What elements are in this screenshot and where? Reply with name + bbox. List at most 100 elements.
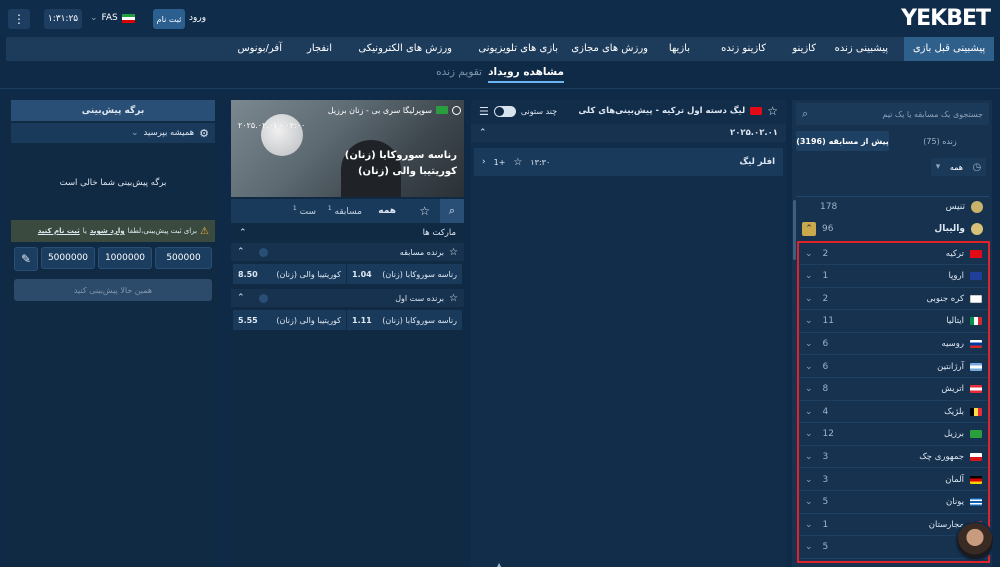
at-flag-icon xyxy=(970,385,982,394)
chevron-down-icon: ⌄ xyxy=(90,13,98,23)
chevron-down-icon: ⌄ xyxy=(131,128,139,138)
chevron-down-icon: ⌄ xyxy=(805,519,813,530)
nav-casino[interactable]: کازینو xyxy=(792,37,816,61)
odd-home-button[interactable]: 1.11 رناسه سوروکابا (زنان) xyxy=(347,310,462,330)
notice-login-link[interactable]: وارد شوید xyxy=(90,227,125,235)
nav-virtual-sports[interactable]: ورزش های مجازی xyxy=(571,37,648,61)
volleyball-icon xyxy=(971,223,983,235)
notice-signup-link[interactable]: ثبت نام کنید xyxy=(38,227,80,235)
place-bet-button[interactable]: همین حالا پیش‌بینی کنید xyxy=(14,279,212,301)
ar-flag-icon xyxy=(970,362,982,371)
stake-preset-1[interactable]: 500000 xyxy=(155,247,212,269)
event-row[interactable]: › 1+ ☆ ۱۳:۳۰ افلر لیگ xyxy=(474,148,783,176)
chevron-up-icon: ⌃ xyxy=(237,293,245,303)
support-avatar[interactable] xyxy=(955,521,995,561)
pencil-icon: ✎ xyxy=(20,252,32,266)
market-search-button[interactable]: ⌕ xyxy=(440,199,464,223)
odd-home-button[interactable]: 1.04 رناسه سوروکابا (زنان) xyxy=(347,264,462,284)
country-row[interactable]: ⌄ 2 کره جنوبی xyxy=(799,288,988,311)
sidebar-scrollbar[interactable] xyxy=(793,200,796,260)
tab-match[interactable]: 1 مسابقه xyxy=(328,205,362,217)
signup-button[interactable]: ثبت نام xyxy=(153,9,185,29)
country-row[interactable]: ⌄ 11 ایتالیا xyxy=(799,311,988,333)
country-row[interactable]: ⌄ 12 برزیل xyxy=(799,424,988,446)
nav-esports[interactable]: ورزش های الکترونیکی xyxy=(358,37,452,61)
chevron-up-icon: ⌃ xyxy=(239,228,247,238)
markets-header[interactable]: ⌃ مارکت ها xyxy=(231,225,464,241)
nav-games[interactable]: بازیها xyxy=(669,37,690,61)
country-row[interactable]: ⌄ 3 جمهوری چک xyxy=(799,446,988,469)
chevron-right-icon: › xyxy=(482,157,486,167)
login-link[interactable]: ورود xyxy=(189,13,206,23)
more-vertical-icon: ⋮ xyxy=(13,12,25,26)
search-input[interactable]: جستجوی یک مسابقه یا یک تیم ⌕ xyxy=(796,103,989,125)
stake-preset-2[interactable]: 1000000 xyxy=(98,247,152,269)
country-row[interactable]: ⌄ 2 ترکیه xyxy=(799,243,988,265)
country-row[interactable]: ⌄ 6 روسیه xyxy=(799,333,988,356)
date-row[interactable]: ⌃ ۲۰۲۵.۰۲.۰۱ xyxy=(471,124,786,142)
nav-offers-bonus[interactable]: آفر/بونوس xyxy=(237,37,282,61)
gr-flag-icon xyxy=(970,498,982,507)
star-icon[interactable]: ☆ xyxy=(449,293,458,304)
tab-all[interactable]: همه xyxy=(378,206,396,216)
chevron-down-icon: ▾ xyxy=(935,162,941,172)
sport-row-tennis[interactable]: 178 تنیس xyxy=(796,196,989,216)
sport-row-volleyball[interactable]: ⌃ 96 والیبال xyxy=(796,219,989,239)
info-icon[interactable] xyxy=(258,247,268,257)
menu-kebab-button[interactable]: ⋮ xyxy=(8,9,30,29)
tab-prematch-count[interactable]: پیش از مسابقه (3196) xyxy=(796,131,889,151)
login-notice: ثبت نام کنید یا وارد شوید برای ثبت پیش‌ب… xyxy=(11,220,215,242)
country-row[interactable]: ⌄ 3 آلمان xyxy=(799,469,988,491)
odd-away-button[interactable]: 5.55 کوریتیبا والی (زنان) xyxy=(233,310,346,330)
star-icon[interactable]: ☆ xyxy=(767,104,778,118)
nav-prematch[interactable]: پیشبینی قبل بازی xyxy=(904,37,994,61)
star-icon[interactable]: ☆ xyxy=(513,157,522,168)
br-flag-icon xyxy=(970,430,982,439)
yekbet-logo[interactable]: YEKBET xyxy=(901,6,991,31)
volleyball-icon xyxy=(452,105,461,115)
stake-preset-3[interactable]: 5000000 xyxy=(41,247,95,269)
be-flag-icon xyxy=(970,407,982,416)
market-header[interactable]: ⌃ برنده ست اول ☆ xyxy=(231,289,464,307)
collapse-handle-icon[interactable]: ▲ xyxy=(496,561,502,567)
tab-live-count[interactable]: زنده (75) xyxy=(891,131,989,151)
market-header[interactable]: ⌃ برنده مسابقه ☆ xyxy=(231,243,464,261)
nav-tv-games[interactable]: بازی های تلویزیونی xyxy=(478,37,558,61)
country-row[interactable]: ⌄ 6 آرژانتین xyxy=(799,356,988,378)
chevron-down-icon: ⌄ xyxy=(805,248,813,259)
language-selector[interactable]: ⌄ FAS xyxy=(90,13,135,23)
nav-live-casino[interactable]: کازینو زنده xyxy=(721,37,766,61)
country-list: ⌄ 2 ترکیه ⌄ 1 اروپا ⌄ 2 کره جنوبی ⌄ 11 ایتالیا ⌄ 6 روس… xyxy=(799,243,988,561)
nav-live[interactable]: پیشبینی زنده xyxy=(835,37,888,61)
time-filter[interactable]: ▾ همه ◷ xyxy=(931,158,986,176)
edit-stake-button[interactable]: ✎ xyxy=(14,247,38,271)
info-icon[interactable] xyxy=(258,293,268,303)
country-row[interactable]: ⌄ 1 اروپا xyxy=(799,266,988,288)
kr-flag-icon xyxy=(970,294,982,303)
star-icon[interactable]: ☆ xyxy=(449,247,458,258)
betslip-panel xyxy=(6,100,217,567)
tab-events[interactable]: مشاهده رویداد xyxy=(488,66,564,83)
chevron-down-icon: ⌄ xyxy=(805,384,813,395)
list-layout-icon[interactable]: ☰ xyxy=(479,105,489,118)
search-icon: ⌕ xyxy=(802,107,809,120)
favorites-star-icon[interactable]: ☆ xyxy=(419,204,430,218)
tab-live-calendar[interactable]: تقویم زنده xyxy=(436,66,482,78)
country-row[interactable]: ⌄ 4 بلژیک xyxy=(799,401,988,424)
event-datetime: ۲۰۲۵.۰۲.۰۱ - ۰۲:۰۰ xyxy=(238,121,306,130)
odds-change-setting[interactable]: ⌄ همیشه بپرسید ⚙ xyxy=(11,123,215,143)
country-row[interactable]: ⌄ 5 یونان xyxy=(799,492,988,514)
country-row[interactable]: ⌄ 8 اتریش xyxy=(799,379,988,401)
odd-away-button[interactable]: 8.50 کوریتیبا والی (زنان) xyxy=(233,264,346,284)
markets-list: ⌃ برنده مسابقه ☆ 1.04 رناسه سوروکابا (زنان) 8… xyxy=(231,243,464,343)
betslip-empty-message: برگه پیش‌بینی شما خالی است xyxy=(59,178,167,188)
multi-column-toggle[interactable] xyxy=(493,105,516,117)
team-away-name: کوریتیبا والی (زنان) xyxy=(357,166,457,177)
divider xyxy=(0,88,1000,89)
betslip-title: برگه پیش‌بینی xyxy=(11,100,215,121)
league-header: ☰ چند ستونی لیگ دسته اول ترکیه - پیش‌بین… xyxy=(479,104,778,118)
tab-set[interactable]: 1 ست xyxy=(293,205,316,217)
nav-crash[interactable]: انفجار xyxy=(307,37,332,61)
iran-flag-icon xyxy=(121,13,135,23)
chevron-down-icon: ⌄ xyxy=(805,429,813,440)
